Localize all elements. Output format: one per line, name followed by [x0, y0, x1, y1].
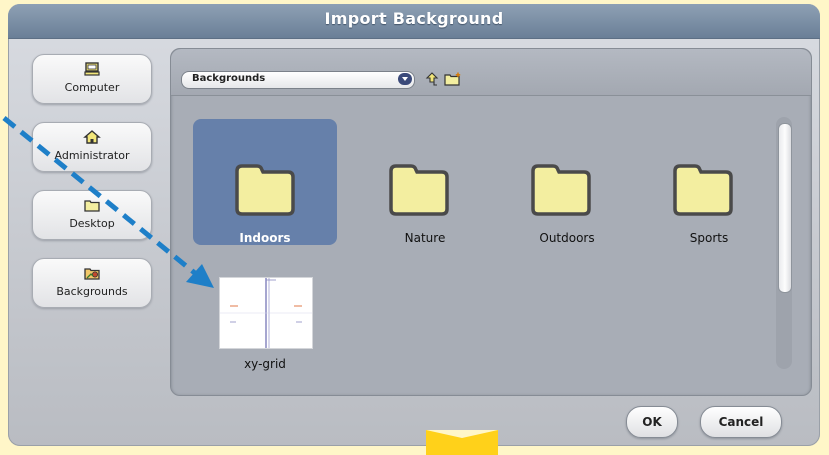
file-name: Indoors [239, 231, 291, 245]
ok-button[interactable]: OK [626, 406, 678, 438]
location-dropdown[interactable]: Backgrounds [181, 71, 415, 89]
computer-icon [84, 62, 100, 76]
file-name: Nature [404, 231, 446, 245]
sidebar-item-computer[interactable]: Computer [32, 54, 152, 104]
dialog-title: Import Background [324, 9, 504, 28]
folder-icon [673, 164, 733, 216]
sidebar-item-label: Desktop [69, 217, 115, 230]
grid-image [220, 278, 312, 348]
new-folder-icon[interactable] [444, 72, 462, 86]
xy-grid-thumbnail [219, 277, 313, 349]
sidebar-item-desktop[interactable]: Desktop [32, 190, 152, 240]
file-browser-pane: Backgrounds Indoors Nature Outdoors Spor… [170, 48, 812, 396]
sidebar-item-backgrounds[interactable]: Backgrounds [32, 258, 152, 308]
sidebar-item-label: Backgrounds [56, 285, 128, 298]
page-background: Import Background Computer Administrator… [0, 0, 829, 455]
up-folder-icon[interactable] [425, 71, 439, 87]
location-label: Backgrounds [192, 73, 266, 84]
sidebar-item-label: Computer [64, 81, 120, 94]
folder-icon [84, 200, 100, 212]
import-background-dialog: Import Background Computer Administrator… [8, 4, 820, 446]
backgrounds-icon [84, 268, 100, 280]
folder-icon [389, 164, 449, 216]
sidebar-item-label: Administrator [54, 149, 130, 162]
folder-item-sports[interactable]: Sports [649, 119, 769, 245]
folder-item-outdoors[interactable]: Outdoors [507, 119, 627, 245]
file-list: Indoors Nature Outdoors Sports xy-grid [181, 107, 761, 387]
folder-icon [235, 164, 295, 216]
file-name: Sports [689, 231, 729, 245]
folder-item-indoors[interactable]: Indoors [193, 119, 337, 245]
browser-toolbar: Backgrounds [171, 49, 811, 96]
folder-icon [531, 164, 591, 216]
highlight-tab [426, 430, 498, 455]
chevron-down-icon[interactable] [398, 73, 412, 85]
ok-button-label: OK [642, 415, 662, 429]
home-icon [83, 130, 101, 144]
scrollbar-thumb[interactable] [778, 123, 792, 293]
image-item-xy-grid[interactable]: xy-grid [217, 277, 313, 377]
cancel-button-label: Cancel [718, 415, 764, 429]
title-bar: Import Background [8, 4, 820, 39]
file-name: Outdoors [539, 231, 595, 245]
cancel-button[interactable]: Cancel [700, 406, 782, 438]
file-name: xy-grid [244, 357, 286, 371]
folder-item-nature[interactable]: Nature [365, 119, 485, 245]
sidebar-item-administrator[interactable]: Administrator [32, 122, 152, 172]
